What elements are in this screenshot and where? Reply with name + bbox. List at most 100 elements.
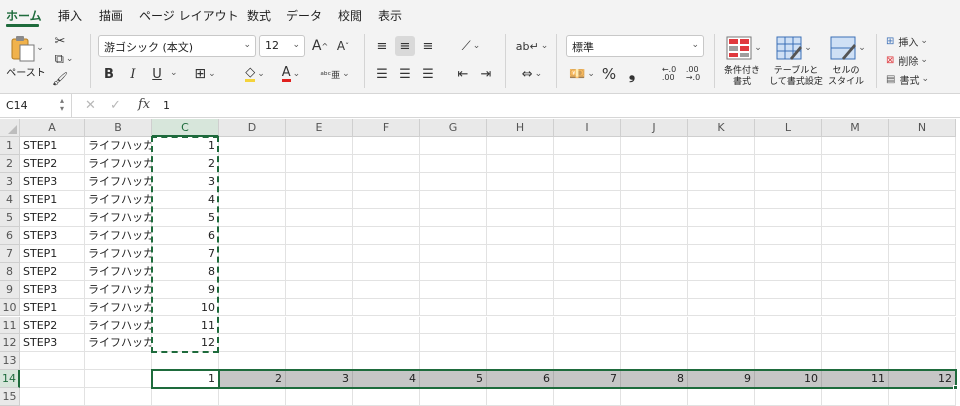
empty-cell[interactable] <box>286 226 353 245</box>
insert-cells-button[interactable]: ⊞ 挿入 ⌄ <box>886 33 942 49</box>
empty-cell[interactable] <box>755 244 822 263</box>
empty-cell[interactable] <box>487 137 554 155</box>
empty-cell[interactable] <box>621 298 688 317</box>
empty-cell[interactable] <box>554 154 621 173</box>
empty-cell[interactable] <box>621 280 688 299</box>
cell-h14[interactable]: 6 <box>487 370 554 389</box>
empty-cell[interactable] <box>420 316 487 335</box>
comma-style-button[interactable]: ❟ <box>624 64 640 84</box>
column-header-e[interactable]: E <box>286 119 353 137</box>
row-header-5[interactable]: 5 <box>0 208 20 227</box>
empty-cell[interactable] <box>889 262 956 281</box>
formula-input[interactable]: 1 <box>163 99 170 112</box>
row-header-9[interactable]: 9 <box>0 280 20 299</box>
cell-a5[interactable]: STEP2 <box>20 208 85 227</box>
cancel-icon[interactable]: ✕ <box>85 98 96 113</box>
cell-a7[interactable]: STEP1 <box>20 244 85 263</box>
empty-cell[interactable] <box>755 334 822 353</box>
align-right-icon[interactable]: ☰ <box>418 64 438 84</box>
empty-cell[interactable] <box>487 280 554 299</box>
empty-cell[interactable] <box>822 172 889 191</box>
empty-cell[interactable] <box>353 352 420 371</box>
increase-font-size-icon[interactable]: A ^ <box>310 36 330 56</box>
empty-cell[interactable] <box>621 208 688 227</box>
empty-cell[interactable] <box>755 172 822 191</box>
cell-j14[interactable]: 8 <box>621 370 688 389</box>
empty-cell[interactable] <box>554 352 621 371</box>
increase-decimal-icon[interactable]: ←.0.00 <box>660 64 678 84</box>
empty-cell[interactable] <box>219 154 286 173</box>
empty-cell[interactable] <box>554 190 621 209</box>
empty-cell[interactable] <box>889 172 956 191</box>
empty-cell[interactable] <box>554 244 621 263</box>
column-header-k[interactable]: K <box>688 119 755 137</box>
empty-cell[interactable] <box>621 154 688 173</box>
worksheet-grid[interactable]: ABCDEFGHIJKLMN 1 2 3 4 5 6 7 8 9 10 11 12 13 14 15 STE… <box>0 119 960 406</box>
row-header-14[interactable]: 14 <box>0 370 20 389</box>
percent-button[interactable]: % <box>600 64 618 84</box>
empty-cell[interactable] <box>353 208 420 227</box>
empty-cell[interactable] <box>420 334 487 353</box>
empty-cell[interactable] <box>554 316 621 335</box>
empty-cell[interactable] <box>420 298 487 317</box>
empty-cell[interactable] <box>822 298 889 317</box>
empty-cell[interactable] <box>822 154 889 173</box>
empty-cell[interactable] <box>286 172 353 191</box>
cell-i14[interactable]: 7 <box>554 370 621 389</box>
cell-e14[interactable]: 3 <box>286 370 353 389</box>
tab-insert[interactable]: 挿入 <box>58 7 82 24</box>
empty-cell[interactable] <box>755 262 822 281</box>
cell-d14[interactable]: 2 <box>219 370 286 389</box>
empty-cell[interactable] <box>554 262 621 281</box>
name-box[interactable]: C14 ▴ ▾ <box>0 94 72 117</box>
select-all-button[interactable] <box>0 119 20 137</box>
empty-cell[interactable] <box>621 316 688 335</box>
empty-cell[interactable] <box>487 226 554 245</box>
empty-cell[interactable] <box>286 316 353 335</box>
empty-cell[interactable] <box>554 298 621 317</box>
empty-cell[interactable] <box>822 226 889 245</box>
empty-cell[interactable] <box>621 226 688 245</box>
empty-cell[interactable] <box>621 352 688 371</box>
empty-cell[interactable] <box>420 280 487 299</box>
format-painter-icon[interactable]: 🖌 <box>52 70 69 88</box>
cell-b11[interactable]: ライフハッカ <box>85 316 152 335</box>
cell-c9[interactable]: 9 <box>152 280 219 299</box>
empty-cell[interactable] <box>822 334 889 353</box>
empty-cell[interactable] <box>487 244 554 263</box>
align-bottom-icon[interactable]: ≡ <box>418 36 438 56</box>
empty-cell[interactable] <box>219 388 286 406</box>
column-header-l[interactable]: L <box>755 119 822 137</box>
scissors-icon[interactable]: ✂ <box>52 32 68 50</box>
empty-cell[interactable] <box>219 316 286 335</box>
empty-cell[interactable] <box>219 244 286 263</box>
empty-cell[interactable] <box>286 352 353 371</box>
orientation-button[interactable]: ⟋ ⌄ <box>455 36 487 56</box>
empty-cell[interactable] <box>554 172 621 191</box>
cell-styles-button[interactable]: ⌄ <box>828 34 868 62</box>
empty-cell[interactable] <box>353 226 420 245</box>
column-header-f[interactable]: F <box>353 119 420 137</box>
conditional-formatting-button[interactable]: ⌄ <box>724 34 764 62</box>
row-header-4[interactable]: 4 <box>0 190 20 209</box>
empty-cell[interactable] <box>20 388 85 406</box>
empty-cell[interactable] <box>353 262 420 281</box>
delete-cells-button[interactable]: ⊠ 削除 ⌄ <box>886 52 942 68</box>
empty-cell[interactable] <box>889 316 956 335</box>
empty-cell[interactable] <box>219 262 286 281</box>
cell-c12[interactable]: 12 <box>152 334 219 353</box>
row-header-11[interactable]: 11 <box>0 316 20 335</box>
empty-cell[interactable] <box>889 208 956 227</box>
empty-cell[interactable] <box>554 137 621 155</box>
empty-cell[interactable] <box>889 137 956 155</box>
empty-cell[interactable] <box>487 208 554 227</box>
cell-a2[interactable]: STEP2 <box>20 154 85 173</box>
empty-cell[interactable] <box>822 262 889 281</box>
empty-cell[interactable] <box>487 352 554 371</box>
cell-b8[interactable]: ライフハッカ <box>85 262 152 281</box>
empty-cell[interactable] <box>353 172 420 191</box>
empty-cell[interactable] <box>353 280 420 299</box>
empty-cell[interactable] <box>420 137 487 155</box>
empty-cell[interactable] <box>420 352 487 371</box>
empty-cell[interactable] <box>755 352 822 371</box>
